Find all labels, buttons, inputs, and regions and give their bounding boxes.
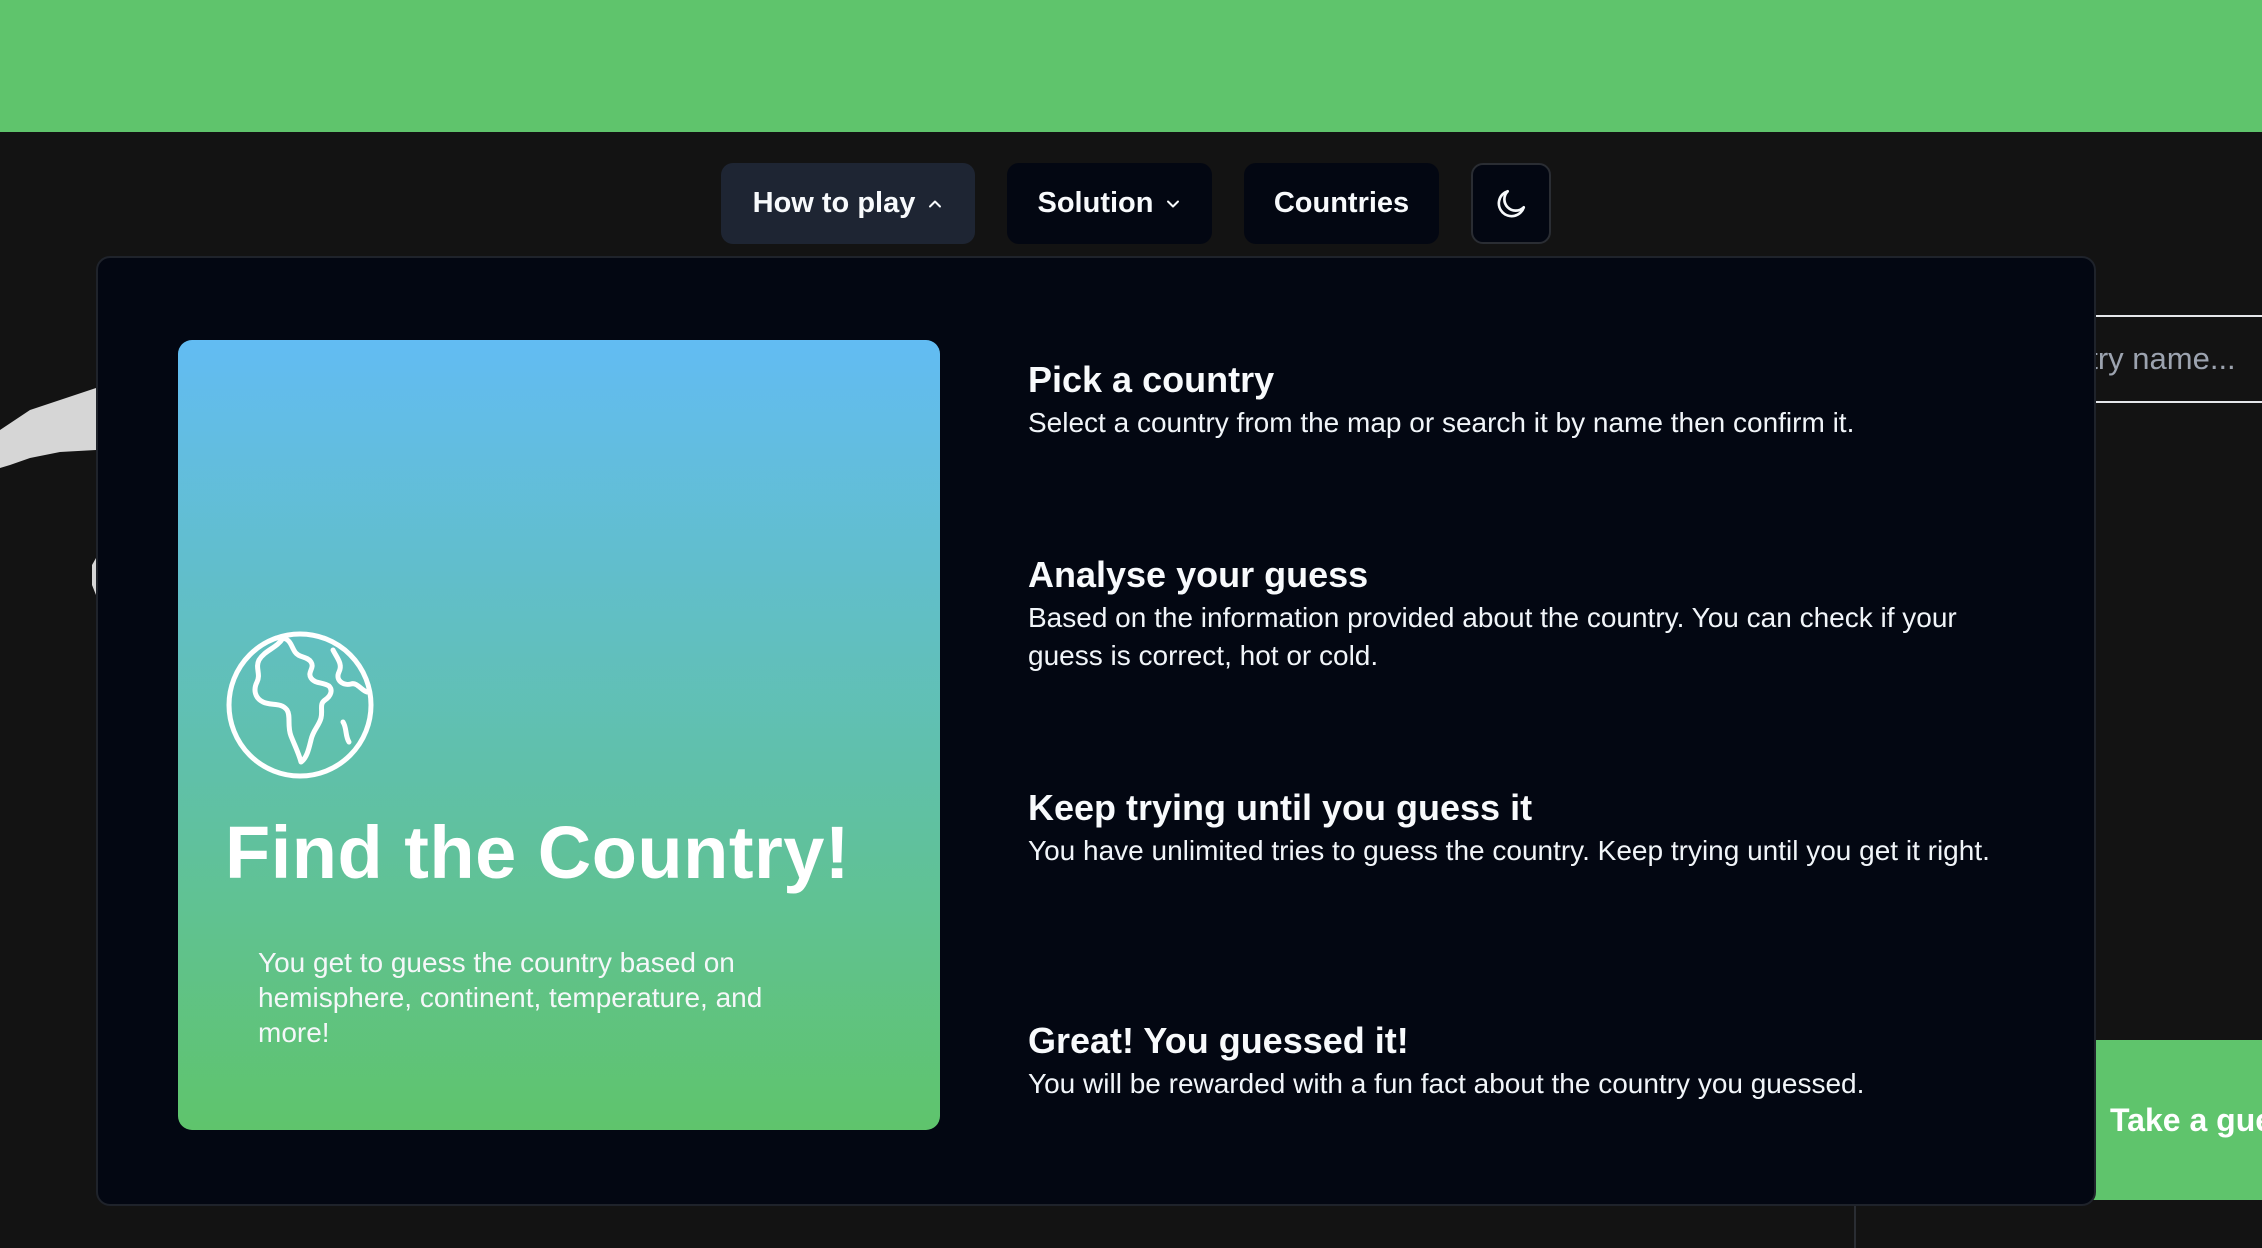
search-placeholder: ntry name... [2090, 341, 2236, 376]
country-search-input[interactable]: ntry name... [2090, 315, 2262, 403]
countries-label: Countries [1273, 187, 1410, 219]
hero-title: Find the Country! [225, 811, 851, 894]
how-to-play-label: How to play [752, 187, 916, 219]
countries-button[interactable]: Countries [1244, 163, 1439, 244]
step-analyse-guess: Analyse your guess Based on the informat… [1028, 553, 2038, 675]
step-text: You will be rewarded with a fun fact abo… [1028, 1068, 1865, 1099]
take-a-guess-label: Take a gue [2110, 1101, 2262, 1138]
top-nav: How to play Solution Countries [0, 163, 2262, 245]
step-guessed-it: Great! You guessed it! You will be rewar… [1028, 1019, 2038, 1103]
step-title: Analyse your guess [1028, 554, 1369, 595]
top-banner [0, 0, 2262, 132]
step-text: You have unlimited tries to guess the co… [1028, 835, 1990, 866]
chevron-down-icon [1167, 200, 1180, 207]
step-pick-country: Pick a country Select a country from the… [1028, 358, 2038, 442]
world-map-fragment[interactable] [0, 380, 100, 610]
step-text: Select a country from the map or search … [1028, 407, 1855, 438]
step-keep-trying: Keep trying until you guess it You have … [1028, 786, 2038, 870]
moon-icon [1497, 189, 1526, 217]
hero-card: Find the Country! You get to guess the c… [178, 340, 940, 1130]
step-text: Based on the information provided about … [1028, 602, 1957, 671]
chevron-up-icon [929, 200, 942, 207]
hero-description: You get to guess the country based on he… [258, 947, 763, 1048]
theme-toggle-button[interactable] [1471, 163, 1551, 244]
solution-button[interactable]: Solution [1007, 163, 1212, 244]
how-to-play-button[interactable]: How to play [721, 163, 975, 244]
globe-africa-icon [226, 631, 374, 779]
take-a-guess-button[interactable]: Take a gue [2090, 1040, 2262, 1200]
solution-label: Solution [1037, 187, 1154, 219]
step-title: Keep trying until you guess it [1028, 787, 1533, 828]
how-to-play-popover: Find the Country! You get to guess the c… [96, 256, 2096, 1206]
step-title: Pick a country [1028, 359, 1275, 400]
step-title: Great! You guessed it! [1028, 1020, 1409, 1061]
